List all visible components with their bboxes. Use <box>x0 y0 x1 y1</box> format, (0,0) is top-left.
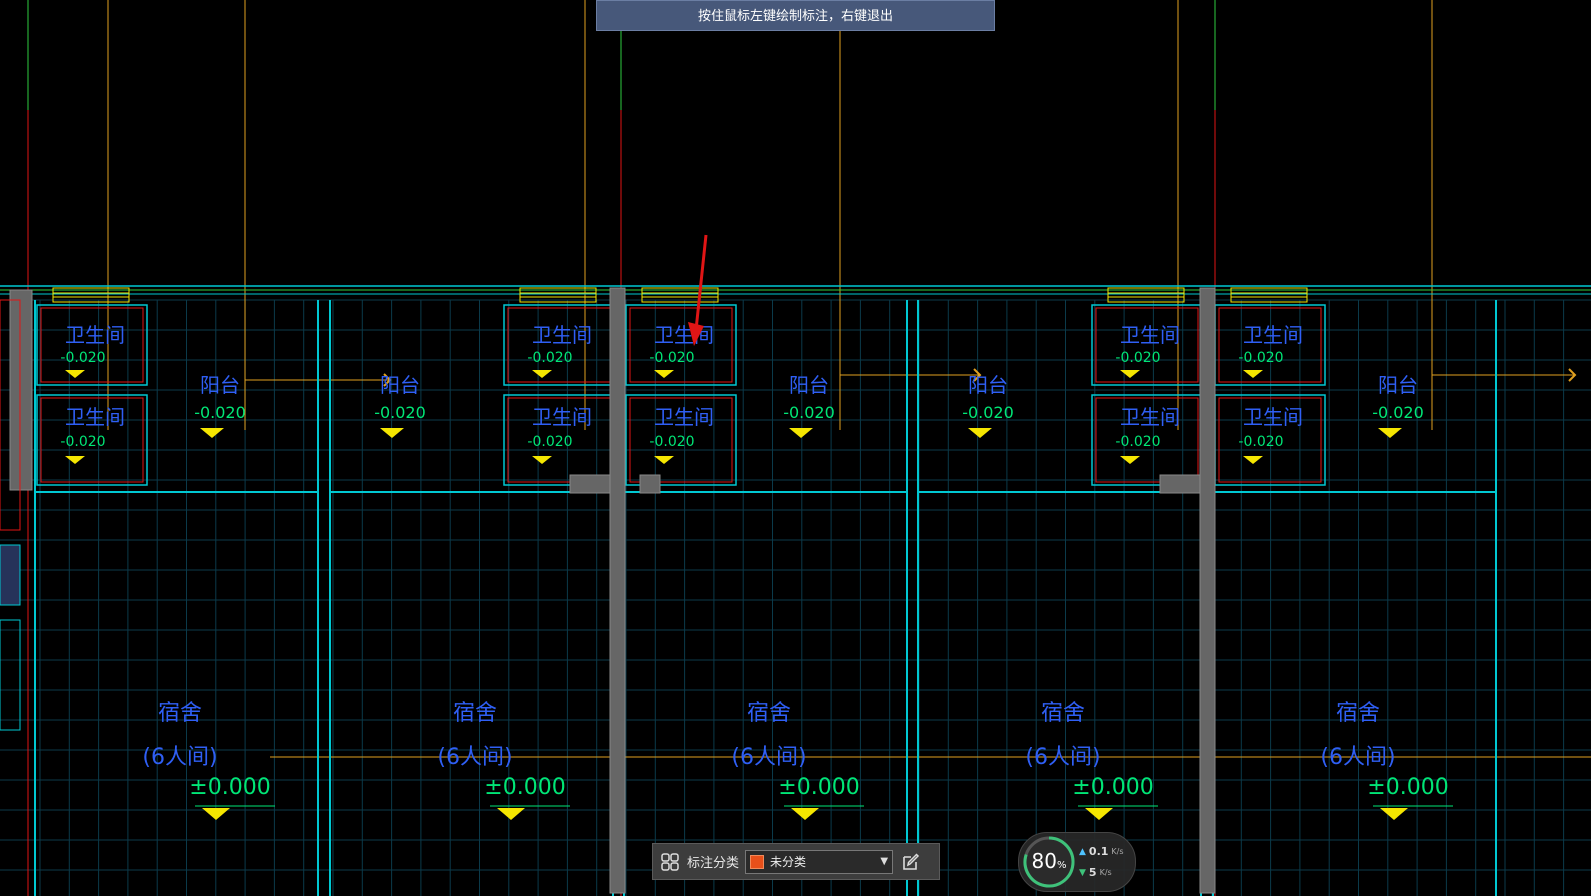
level-label: -0.020 <box>1115 434 1160 450</box>
level-label: -0.020 <box>1115 350 1160 366</box>
level-marker <box>789 428 813 438</box>
room-label-balcony: 阳台 <box>380 373 420 397</box>
room-label-bathroom: 卫生间 <box>1120 323 1180 347</box>
level-marker <box>380 428 404 438</box>
column <box>569 474 611 494</box>
usage-percent: 80% <box>1031 849 1067 873</box>
level-marker <box>1380 808 1408 820</box>
room-label-bathroom: 卫生间 <box>654 405 714 429</box>
level-label: -0.020 <box>649 434 694 450</box>
grid-icon[interactable] <box>659 851 681 873</box>
room-label-dorm-sub: (6人间) <box>1320 745 1395 770</box>
level-marker <box>202 808 230 820</box>
level-label: -0.020 <box>194 403 246 422</box>
room-label-bathroom: 卫生间 <box>1243 323 1303 347</box>
level-marker <box>1243 456 1263 464</box>
room-label-dorm-sub: (6人间) <box>142 745 217 770</box>
room-label-bathroom: 卫生间 <box>65 323 125 347</box>
room-label-bathroom: 卫生间 <box>65 405 125 429</box>
room-label-dorm-sub: (6人间) <box>437 745 512 770</box>
room-label-balcony: 阳台 <box>200 373 240 397</box>
level-marker <box>1120 370 1140 378</box>
level-label: ±0.000 <box>189 775 270 800</box>
drawing-hint-banner: 按住鼠标左键绘制标注，右键退出 <box>596 0 995 31</box>
level-label: ±0.000 <box>1072 775 1153 800</box>
level-label: ±0.000 <box>1367 775 1448 800</box>
column <box>639 474 661 494</box>
level-label: ±0.000 <box>778 775 859 800</box>
category-value: 未分类 <box>770 855 807 869</box>
level-label: -0.020 <box>60 350 105 366</box>
column <box>1159 474 1201 494</box>
room-label-dorm: 宿舍 <box>1041 701 1085 726</box>
level-marker <box>791 808 819 820</box>
room-label-balcony: 阳台 <box>968 373 1008 397</box>
level-label: -0.020 <box>1238 434 1283 450</box>
level-label: -0.020 <box>1238 350 1283 366</box>
level-marker <box>1085 808 1113 820</box>
room-label-balcony: 阳台 <box>789 373 829 397</box>
column <box>609 287 626 894</box>
room-label-bathroom: 卫生间 <box>1120 405 1180 429</box>
level-marker <box>532 456 552 464</box>
download-arrow-icon: ▼ <box>1079 867 1086 878</box>
room-label-bathroom: 卫生间 <box>532 323 592 347</box>
room-label-bathroom: 卫生间 <box>532 405 592 429</box>
level-label: ±0.000 <box>484 775 565 800</box>
level-marker <box>654 370 674 378</box>
level-marker <box>200 428 224 438</box>
room-label-balcony: 阳台 <box>1378 373 1418 397</box>
annotation-toolbar: 标注分类 未分类 ▼ <box>652 843 940 880</box>
column <box>9 289 33 491</box>
annotation-arrow <box>694 234 708 331</box>
room-label-dorm-sub: (6人间) <box>731 745 806 770</box>
level-marker <box>65 456 85 464</box>
level-marker <box>65 370 85 378</box>
upload-speed: ▲ 0.1 K/s <box>1079 845 1124 858</box>
network-speed-widget[interactable]: 80% ▲ 0.1 K/s ▼ 5 K/s <box>1018 832 1136 892</box>
upload-arrow-icon: ▲ <box>1079 846 1086 857</box>
level-label: -0.020 <box>374 403 426 422</box>
room-label-bathroom: 卫生间 <box>654 323 714 347</box>
category-color-swatch <box>750 854 765 869</box>
column <box>1199 287 1216 894</box>
level-marker <box>968 428 992 438</box>
level-label: -0.020 <box>783 403 835 422</box>
level-marker <box>654 456 674 464</box>
level-marker <box>1243 370 1263 378</box>
level-label: -0.020 <box>60 434 105 450</box>
level-marker <box>532 370 552 378</box>
level-marker <box>1120 456 1140 464</box>
room-label-dorm: 宿舍 <box>747 701 791 726</box>
room-label-dorm-sub: (6人间) <box>1025 745 1100 770</box>
room-label-dorm: 宿舍 <box>158 701 202 726</box>
edge-wall <box>0 544 21 606</box>
level-label: -0.020 <box>527 434 572 450</box>
edit-icon[interactable] <box>899 850 923 874</box>
room-label-bathroom: 卫生间 <box>1243 405 1303 429</box>
category-label: 标注分类 <box>687 856 740 871</box>
level-label: -0.020 <box>1372 403 1424 422</box>
room-label-dorm: 宿舍 <box>1336 701 1380 726</box>
room-label-dorm: 宿舍 <box>453 701 497 726</box>
level-label: -0.020 <box>962 403 1014 422</box>
floor-plan-canvas[interactable]: 卫生间卫生间-0.020-0.020阳台-0.020宿舍(6人间)±0.000卫… <box>0 0 1591 896</box>
level-label: -0.020 <box>527 350 572 366</box>
level-marker <box>497 808 525 820</box>
level-marker <box>1378 428 1402 438</box>
download-speed: ▼ 5 K/s <box>1079 866 1112 879</box>
edge-wall <box>0 619 21 731</box>
level-label: -0.020 <box>649 350 694 366</box>
cad-viewport[interactable]: 卫生间 卫生间 -0.020 -0.020 阳台 -0.020 宿舍 (6人间) ±0.000 卫… <box>0 0 1591 896</box>
hint-text: 按住鼠标左键绘制标注，右键退出 <box>697 9 893 24</box>
dropdown-arrow-icon: ▼ <box>880 856 889 867</box>
category-dropdown[interactable]: 未分类 ▼ <box>745 849 894 874</box>
